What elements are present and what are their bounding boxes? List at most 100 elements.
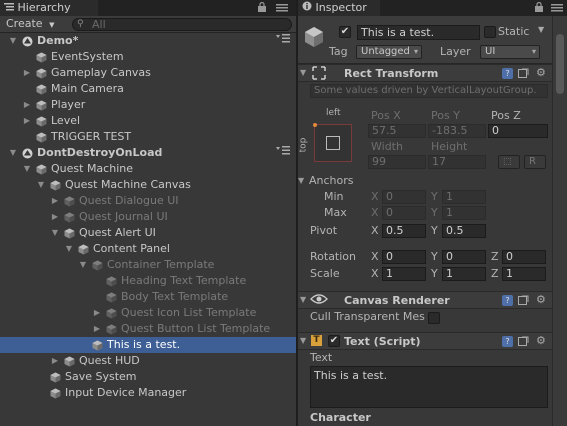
scene-menu-icon[interactable]: [276, 33, 290, 49]
layer-dropdown[interactable]: UI ▾: [480, 45, 540, 59]
help-icon[interactable]: ?: [502, 68, 513, 79]
scene-menu-icon[interactable]: [276, 145, 290, 161]
static-dropdown-icon[interactable]: ▼: [538, 25, 544, 34]
foldout-arrow-icon[interactable]: ▼: [300, 295, 306, 304]
foldout-collapsed-icon[interactable]: ▶: [22, 65, 32, 81]
scene-row[interactable]: ▼ DontDestroyOnLoad: [0, 145, 296, 161]
blueprint-mode-button[interactable]: ⬚: [498, 155, 520, 169]
foldout-expanded-icon[interactable]: ▼: [64, 241, 74, 257]
foldout-arrow-icon[interactable]: ▼: [300, 68, 306, 77]
scrollbar-thumb[interactable]: [556, 34, 564, 94]
lock-icon[interactable]: [535, 1, 543, 15]
foldout-collapsed-icon[interactable]: ▶: [22, 97, 32, 113]
hierarchy-item[interactable]: Save System: [0, 369, 296, 385]
active-checkbox[interactable]: ✔: [339, 26, 351, 38]
anchor-dot-icon: [313, 123, 317, 127]
preset-icon[interactable]: [518, 294, 529, 308]
text-script-header[interactable]: ▼ T ✔ Text (Script) ? ⚙: [298, 332, 567, 350]
hierarchy-item[interactable]: ▶ Level: [0, 113, 296, 129]
foldout-expanded-icon[interactable]: ▼: [8, 145, 18, 161]
pos-z-field[interactable]: 0: [488, 124, 548, 138]
inspector-scrollbar[interactable]: [552, 16, 567, 426]
rotation-z-field[interactable]: 0: [502, 250, 546, 264]
foldout-collapsed-icon[interactable]: ▶: [50, 193, 60, 209]
anchor-preset-button[interactable]: [313, 123, 352, 162]
gameobject-icon: [36, 164, 47, 175]
scale-x-field[interactable]: 1: [382, 267, 426, 281]
scene-row[interactable]: ▼ Demo*: [0, 33, 296, 49]
hierarchy-item[interactable]: ▼ Container Template: [0, 257, 296, 273]
help-icon[interactable]: ?: [502, 336, 513, 347]
gear-icon[interactable]: ⚙: [536, 334, 546, 347]
cull-transparent-checkbox[interactable]: [428, 312, 440, 324]
hierarchy-item[interactable]: EventSystem: [0, 49, 296, 65]
search-input[interactable]: ⚲ All: [72, 18, 292, 31]
hierarchy-item-label: Quest Button List Template: [121, 322, 271, 335]
hierarchy-item[interactable]: Main Camera: [0, 81, 296, 97]
hierarchy-item[interactable]: ▼ Quest Machine: [0, 161, 296, 177]
anchors-foldout-icon[interactable]: ▼: [298, 176, 304, 185]
scale-z-field[interactable]: 1: [502, 267, 546, 281]
gear-icon[interactable]: ⚙: [536, 293, 546, 306]
text-input[interactable]: This is a test.: [310, 366, 548, 408]
static-checkbox[interactable]: [484, 26, 496, 38]
hierarchy-item[interactable]: ▼ Quest Machine Canvas: [0, 177, 296, 193]
eye-icon: [310, 293, 328, 308]
tag-dropdown[interactable]: Untagged ▾: [356, 45, 422, 59]
foldout-collapsed-icon[interactable]: ▶: [92, 305, 102, 321]
foldout-expanded-icon[interactable]: ▼: [50, 225, 60, 241]
hierarchy-tab[interactable]: Hierarchy: [0, 0, 98, 16]
canvas-renderer-header[interactable]: ▼ Canvas Renderer ? ⚙: [298, 291, 567, 309]
foldout-expanded-icon[interactable]: ▼: [22, 161, 32, 177]
foldout-expanded-icon[interactable]: ▼: [8, 33, 18, 49]
preset-icon[interactable]: [518, 335, 529, 349]
foldout-collapsed-icon[interactable]: ▶: [50, 353, 60, 369]
rect-transform-header[interactable]: ▼ Rect Transform ? ⚙: [298, 64, 567, 82]
foldout-collapsed-icon[interactable]: ▶: [50, 209, 60, 225]
hierarchy-item-label: Body Text Template: [121, 290, 229, 303]
foldout-expanded-icon[interactable]: ▼: [36, 177, 46, 193]
hierarchy-item[interactable]: TRIGGER TEST: [0, 129, 296, 145]
lock-icon[interactable]: [258, 1, 266, 15]
hierarchy-item[interactable]: Body Text Template: [0, 289, 296, 305]
preset-icon[interactable]: [518, 67, 529, 81]
height-field: 17: [428, 155, 486, 169]
gameobject-icon: [64, 356, 75, 367]
max-x-letter: X: [371, 206, 379, 219]
foldout-arrow-icon[interactable]: ▼: [300, 336, 306, 345]
hierarchy-item[interactable]: ▶ Quest Dialogue UI: [0, 193, 296, 209]
object-name-field[interactable]: This is a test.: [357, 25, 480, 40]
tab-menu-icon[interactable]: [551, 2, 563, 15]
hierarchy-item[interactable]: ▶ Quest Button List Template: [0, 321, 296, 337]
hierarchy-item[interactable]: Input Device Manager: [0, 385, 296, 401]
rotation-y-field[interactable]: 0: [442, 250, 486, 264]
raw-edit-button[interactable]: R: [524, 155, 546, 169]
rotation-x-field[interactable]: 0: [382, 250, 426, 264]
create-button[interactable]: Create ▼: [6, 17, 54, 31]
pivot-x-field[interactable]: 0.5: [382, 224, 426, 238]
tab-menu-icon[interactable]: [276, 2, 288, 15]
hierarchy-item[interactable]: ▶ Quest Icon List Template: [0, 305, 296, 321]
pivot-y-field[interactable]: 0.5: [442, 224, 486, 238]
text-script-title: Text (Script): [344, 335, 421, 348]
foldout-collapsed-icon[interactable]: ▶: [92, 321, 102, 337]
foldout-expanded-icon[interactable]: ▼: [78, 257, 88, 273]
hierarchy-item[interactable]: ▶ Gameplay Canvas: [0, 65, 296, 81]
hierarchy-item[interactable]: ▼ Quest Alert UI: [0, 225, 296, 241]
hierarchy-item[interactable]: ▼ Content Panel: [0, 241, 296, 257]
text-enabled-checkbox[interactable]: ✔: [328, 335, 340, 347]
scale-y-field[interactable]: 1: [442, 267, 486, 281]
max-y-letter: Y: [431, 206, 438, 219]
gear-icon[interactable]: ⚙: [536, 66, 546, 79]
hierarchy-item[interactable]: Heading Text Template: [0, 273, 296, 289]
hierarchy-item[interactable]: ▶ Quest Journal UI: [0, 209, 296, 225]
inspector-tab[interactable]: Inspector: [298, 0, 380, 16]
hierarchy-item[interactable]: ▶ Quest HUD: [0, 353, 296, 369]
help-icon[interactable]: ?: [502, 295, 513, 306]
hierarchy-item[interactable]: This is a test.: [0, 337, 296, 353]
hierarchy-item[interactable]: ▶ Player: [0, 97, 296, 113]
text-label: Text: [310, 351, 333, 364]
max-label: Max: [324, 206, 347, 219]
character-label: Character: [310, 411, 371, 424]
foldout-collapsed-icon[interactable]: ▶: [22, 113, 32, 129]
